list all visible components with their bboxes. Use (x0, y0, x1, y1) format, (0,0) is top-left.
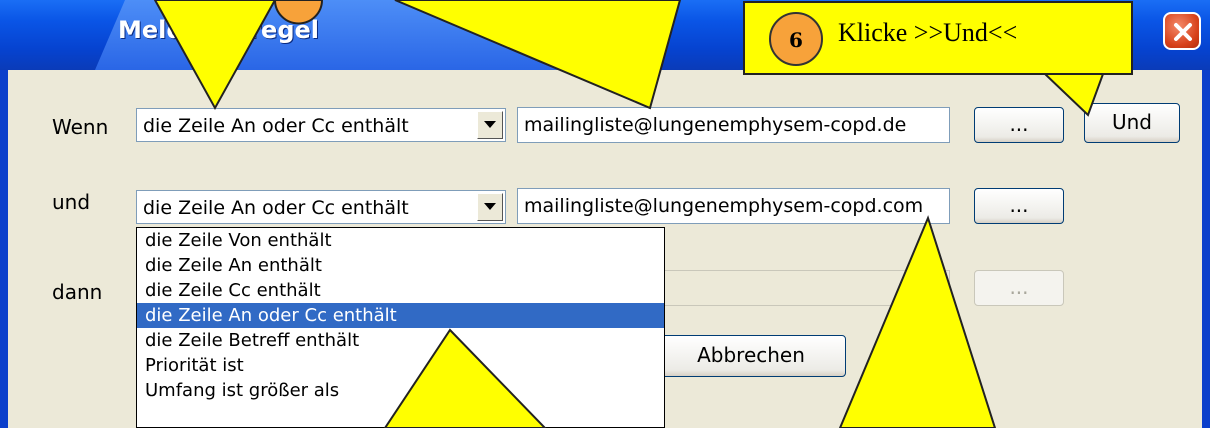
callout-text: Klicke >>Und<< (838, 18, 1018, 47)
arrow-shape (153, 0, 277, 111)
arrow-shape (838, 215, 997, 428)
step-number: 6 (789, 28, 803, 52)
arrow-shape (383, 328, 547, 428)
step-badge-fragment (273, 0, 324, 25)
callout-tail (1042, 73, 1105, 117)
arrow-shape (394, 0, 682, 110)
step-badge: 6 (769, 12, 823, 66)
